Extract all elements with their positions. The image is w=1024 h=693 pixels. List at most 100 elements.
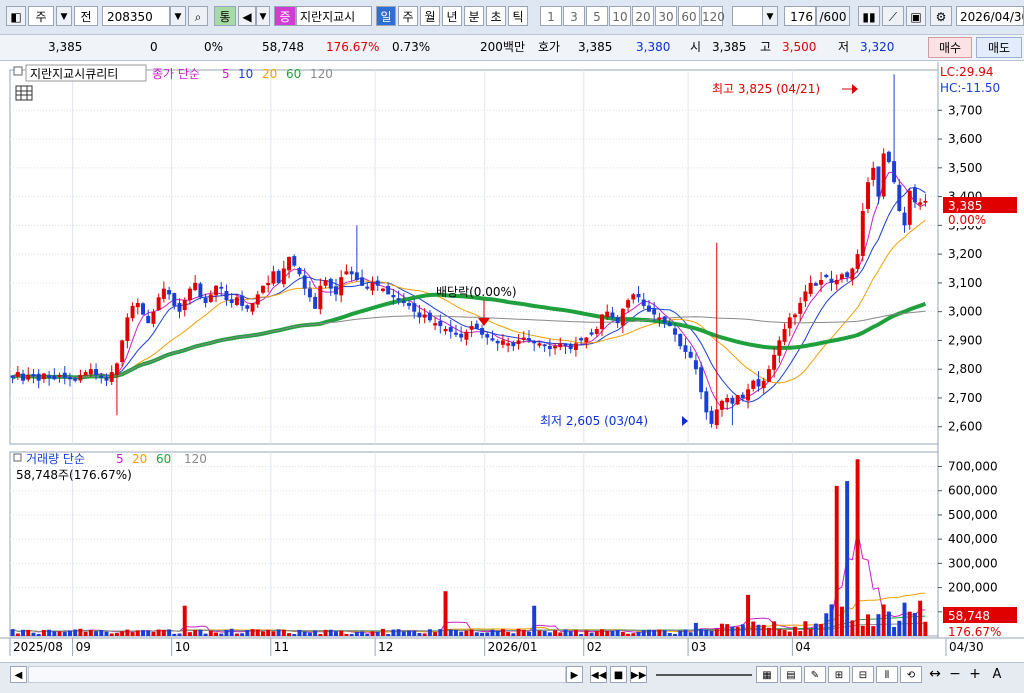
volume-bar: [104, 631, 109, 636]
legend-collapse-icon[interactable]: [13, 66, 23, 76]
candle-body: [594, 328, 599, 334]
price-tick-label: 3,600: [948, 132, 982, 146]
settings-gear-icon[interactable]: ⚙: [930, 6, 952, 26]
date-input[interactable]: 2026/04/30: [956, 6, 1024, 26]
volume-bar: [740, 624, 745, 636]
interval-dropdown-icon[interactable]: ▼: [762, 6, 778, 26]
zoom-slider[interactable]: [656, 665, 752, 684]
current-price-tag: 3,385 0.00%: [943, 197, 1017, 227]
quote-volume-ratio: 176.67%: [326, 40, 380, 54]
prev-button[interactable]: 전: [74, 6, 98, 26]
table-icon[interactable]: [15, 85, 33, 101]
quote-ask: 3,385: [578, 40, 613, 54]
first-page-icon[interactable]: ◀◀: [590, 666, 607, 683]
indicator-icon[interactable]: ⊞: [828, 666, 850, 683]
horizontal-scrollbar[interactable]: [28, 666, 566, 683]
volume-tick-label: 600,000: [948, 484, 998, 498]
data-count-input[interactable]: 176: [784, 6, 816, 26]
speaker-dropdown-icon[interactable]: ▼: [256, 6, 270, 26]
period-tab-2[interactable]: 월: [420, 6, 440, 26]
scroll-right-icon[interactable]: ▶: [566, 666, 583, 683]
split-icon[interactable]: ⫴: [876, 666, 898, 683]
candle-body: [793, 314, 797, 318]
speaker-icon[interactable]: ◀: [238, 6, 256, 26]
volume-bar: [83, 631, 88, 636]
market-select[interactable]: 주: [28, 6, 54, 26]
zoom-out-icon[interactable]: −: [946, 666, 964, 683]
market-dropdown-icon[interactable]: ▼: [56, 6, 72, 26]
scroll-left-icon[interactable]: ◀: [10, 666, 27, 683]
stock-code-input[interactable]: 208350: [102, 6, 170, 26]
candle-body: [271, 271, 276, 284]
stock-chart[interactable]: 2,6002,7002,8002,9003,0003,1003,2003,300…: [0, 62, 1024, 662]
sell-button[interactable]: 매도: [976, 37, 1022, 58]
candle-body: [412, 303, 417, 312]
zoom-fit-icon[interactable]: ↔: [926, 666, 944, 683]
reset-icon[interactable]: ⟲: [900, 666, 922, 683]
period-tab-1[interactable]: 주: [398, 6, 418, 26]
candle-body: [704, 391, 709, 413]
volume-bar: [725, 624, 730, 636]
interval-tab-120[interactable]: 120: [701, 6, 725, 26]
interval-tab-30[interactable]: 30: [655, 6, 677, 26]
candle-body: [328, 278, 333, 289]
period-tab-0[interactable]: 일: [376, 6, 396, 26]
line-tool-icon[interactable]: ⟋: [882, 6, 904, 26]
buy-button[interactable]: 매수: [928, 37, 972, 58]
current-price-pct: 0.00%: [948, 213, 986, 227]
candle-body: [161, 288, 166, 299]
candle-body: [490, 338, 495, 341]
quote-volume: 58,748: [262, 40, 304, 54]
period-tab-5[interactable]: 초: [486, 6, 506, 26]
volume-bar: [172, 633, 177, 636]
zoom-in-icon[interactable]: +: [966, 666, 984, 683]
candle-body: [527, 338, 531, 341]
volume-bar: [819, 624, 824, 636]
candle-body: [813, 283, 818, 286]
interval-tab-10[interactable]: 10: [609, 6, 631, 26]
candle-body: [907, 190, 912, 225]
interval-tab-1[interactable]: 1: [540, 6, 562, 26]
interval-tab-3[interactable]: 3: [563, 6, 585, 26]
next-page-icon[interactable]: ▶▶: [630, 666, 647, 683]
interval-tab-5[interactable]: 5: [586, 6, 608, 26]
code-dropdown-icon[interactable]: ▼: [170, 6, 186, 26]
draw-icon[interactable]: ✎: [804, 666, 826, 683]
interval-tab-60[interactable]: 60: [678, 6, 700, 26]
volume-bar: [78, 628, 83, 636]
volume-bar: [579, 634, 584, 636]
pattern-icon[interactable]: ⊟: [852, 666, 874, 683]
search-icon[interactable]: ⌕: [188, 6, 208, 26]
font-size-icon[interactable]: A: [988, 666, 1006, 683]
volume-tick-label: 400,000: [948, 532, 998, 546]
period-tab-4[interactable]: 분: [464, 6, 484, 26]
layout-icon[interactable]: ▦: [756, 666, 778, 683]
candle-body: [469, 326, 474, 330]
compare-icon[interactable]: ▤: [780, 666, 802, 683]
volume-tick-label: 500,000: [948, 508, 998, 522]
candle-body: [214, 285, 219, 296]
volume-bar: [380, 628, 385, 636]
volume-bar: [678, 630, 683, 636]
volume-bar: [709, 630, 714, 636]
candle-body: [881, 153, 886, 197]
volume-bar: [912, 612, 917, 636]
candle-body: [772, 354, 777, 370]
candle-type-icon[interactable]: ▮▮: [858, 6, 880, 26]
period-tab-3[interactable]: 년: [442, 6, 462, 26]
volume-bar: [99, 630, 104, 636]
save-icon[interactable]: ▣: [906, 6, 926, 26]
volume-bar: [693, 622, 698, 636]
screen-menu-icon[interactable]: ◧: [6, 6, 26, 26]
volume-bar: [683, 629, 688, 636]
stop-icon[interactable]: ■: [610, 666, 627, 683]
volume-bar: [699, 629, 704, 636]
candle-body: [245, 305, 250, 309]
period-tab-6[interactable]: 틱: [508, 6, 528, 26]
candle-body: [547, 345, 552, 350]
tong-button[interactable]: 통: [214, 6, 236, 26]
candle-body: [443, 328, 448, 332]
x-tick-label: 09: [76, 640, 91, 654]
interval-tab-20[interactable]: 20: [632, 6, 654, 26]
candle-body: [725, 397, 730, 403]
